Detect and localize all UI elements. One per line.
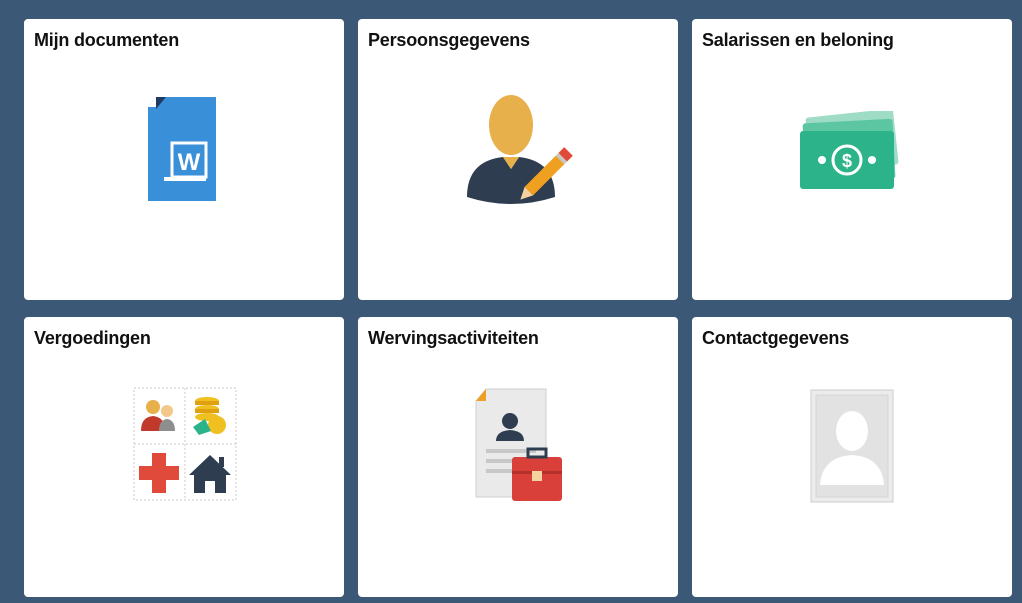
tile-title: Vergoedingen	[34, 328, 151, 348]
tile-wervingsactiviteiten[interactable]: Wervingsactiviteiten	[358, 317, 678, 597]
tile-title: Persoonsgegevens	[368, 30, 530, 50]
tile-title: Salarissen en beloning	[702, 30, 894, 50]
tile-vergoedingen[interactable]: Vergoedingen	[24, 317, 344, 597]
resume-briefcase-icon	[472, 387, 566, 505]
tile-grid: Mijn documenten W Persoonsgegevens Salar…	[0, 0, 1022, 603]
svg-text:W: W	[178, 149, 201, 176]
tile-salarissen-en-beloning[interactable]: Salarissen en beloning $	[692, 19, 1012, 300]
tile-title: Contactgegevens	[702, 328, 850, 348]
svg-text:$: $	[842, 151, 852, 171]
money-bill-icon: $	[798, 111, 902, 191]
tile-title: Mijn documenten	[34, 30, 179, 50]
contact-photo-icon	[810, 389, 894, 503]
person-edit-icon	[463, 85, 573, 210]
word-document-icon: W	[142, 93, 222, 205]
tile-mijn-documenten[interactable]: Mijn documenten W	[24, 19, 344, 300]
benefits-grid-icon	[133, 387, 237, 501]
tile-persoonsgegevens[interactable]: Persoonsgegevens	[358, 19, 678, 300]
tile-title: Wervingsactiviteiten	[368, 328, 539, 348]
tile-contactgegevens[interactable]: Contactgegevens	[692, 317, 1012, 597]
